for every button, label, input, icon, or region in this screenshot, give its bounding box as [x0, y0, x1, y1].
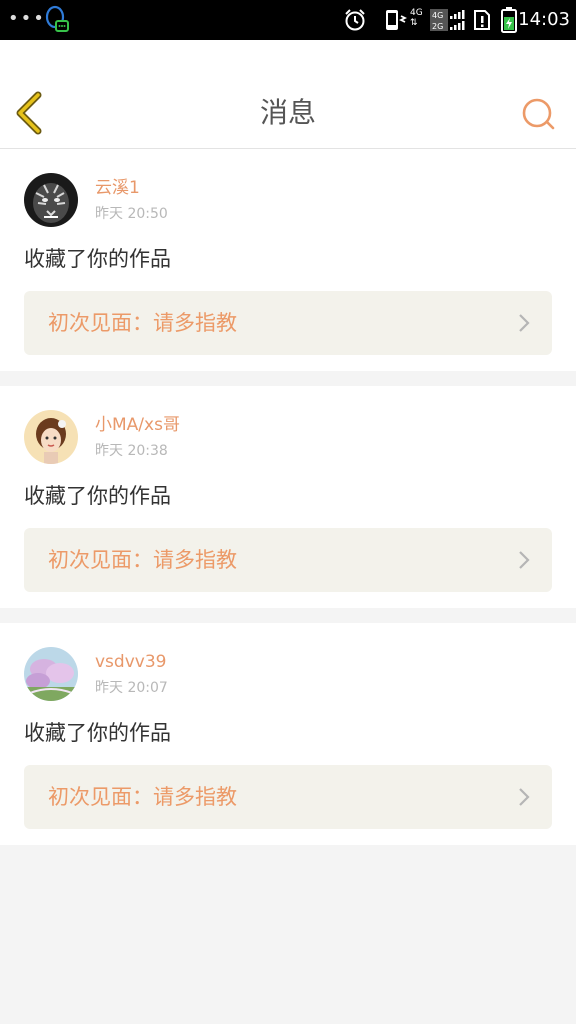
header-bar: 消息 — [0, 40, 576, 149]
search-button[interactable] — [520, 96, 558, 134]
quote-box[interactable]: 初次见面：请多指教 — [24, 291, 552, 355]
svg-text:2G: 2G — [432, 22, 443, 31]
girl-avatar-icon — [24, 410, 78, 464]
message-text: 收藏了你的作品 — [24, 721, 171, 745]
quote-text: 初次见面：请多指教 — [48, 311, 237, 335]
qq-notification-icon — [44, 5, 70, 39]
message-card: 小MA/xs哥 昨天 20:38 收藏了你的作品 初次见面：请多指教 — [0, 386, 576, 608]
quote-box[interactable]: 初次见面：请多指教 — [24, 765, 552, 829]
message-time: 昨天 20:07 — [95, 680, 168, 696]
message-time: 昨天 20:50 — [95, 206, 168, 222]
search-icon — [522, 98, 555, 130]
user-name[interactable]: 云溪1 — [95, 177, 140, 199]
sim-alert-icon — [473, 9, 491, 35]
user-name[interactable]: 小MA/xs哥 — [95, 414, 180, 436]
message-card: vsdvv39 昨天 20:07 收藏了你的作品 初次见面：请多指教 — [0, 623, 576, 845]
network-4g-icon: 4G ⇅ — [410, 8, 423, 28]
landscape-avatar-icon — [24, 647, 78, 701]
message-text: 收藏了你的作品 — [24, 484, 171, 508]
quote-box[interactable]: 初次见面：请多指教 — [24, 528, 552, 592]
overflow-dots-icon: ••• — [8, 8, 46, 29]
message-time: 昨天 20:38 — [95, 443, 168, 459]
chevron-right-icon — [519, 314, 530, 332]
tiger-avatar-icon — [24, 173, 78, 227]
avatar[interactable] — [24, 410, 78, 464]
message-text: 收藏了你的作品 — [24, 247, 171, 271]
network-4g-label: 4G — [410, 8, 423, 18]
alarm-icon — [343, 8, 367, 36]
battery-icon — [501, 7, 517, 37]
phone-vibrate-icon — [383, 8, 408, 36]
avatar[interactable] — [24, 173, 78, 227]
status-time: 14:03 — [518, 9, 570, 30]
signal-icon: 4G 2G — [430, 9, 470, 35]
svg-text:4G: 4G — [432, 11, 443, 20]
message-card: 云溪1 昨天 20:50 收藏了你的作品 初次见面：请多指教 — [0, 149, 576, 371]
quote-text: 初次见面：请多指教 — [48, 548, 237, 572]
status-bar: ••• 4G ⇅ 4G 2G 14:03 — [0, 0, 576, 40]
avatar[interactable] — [24, 647, 78, 701]
user-name[interactable]: vsdvv39 — [95, 651, 166, 673]
chevron-right-icon — [519, 788, 530, 806]
quote-text: 初次见面：请多指教 — [48, 785, 237, 809]
page-title: 消息 — [259, 96, 316, 129]
chevron-right-icon — [519, 551, 530, 569]
